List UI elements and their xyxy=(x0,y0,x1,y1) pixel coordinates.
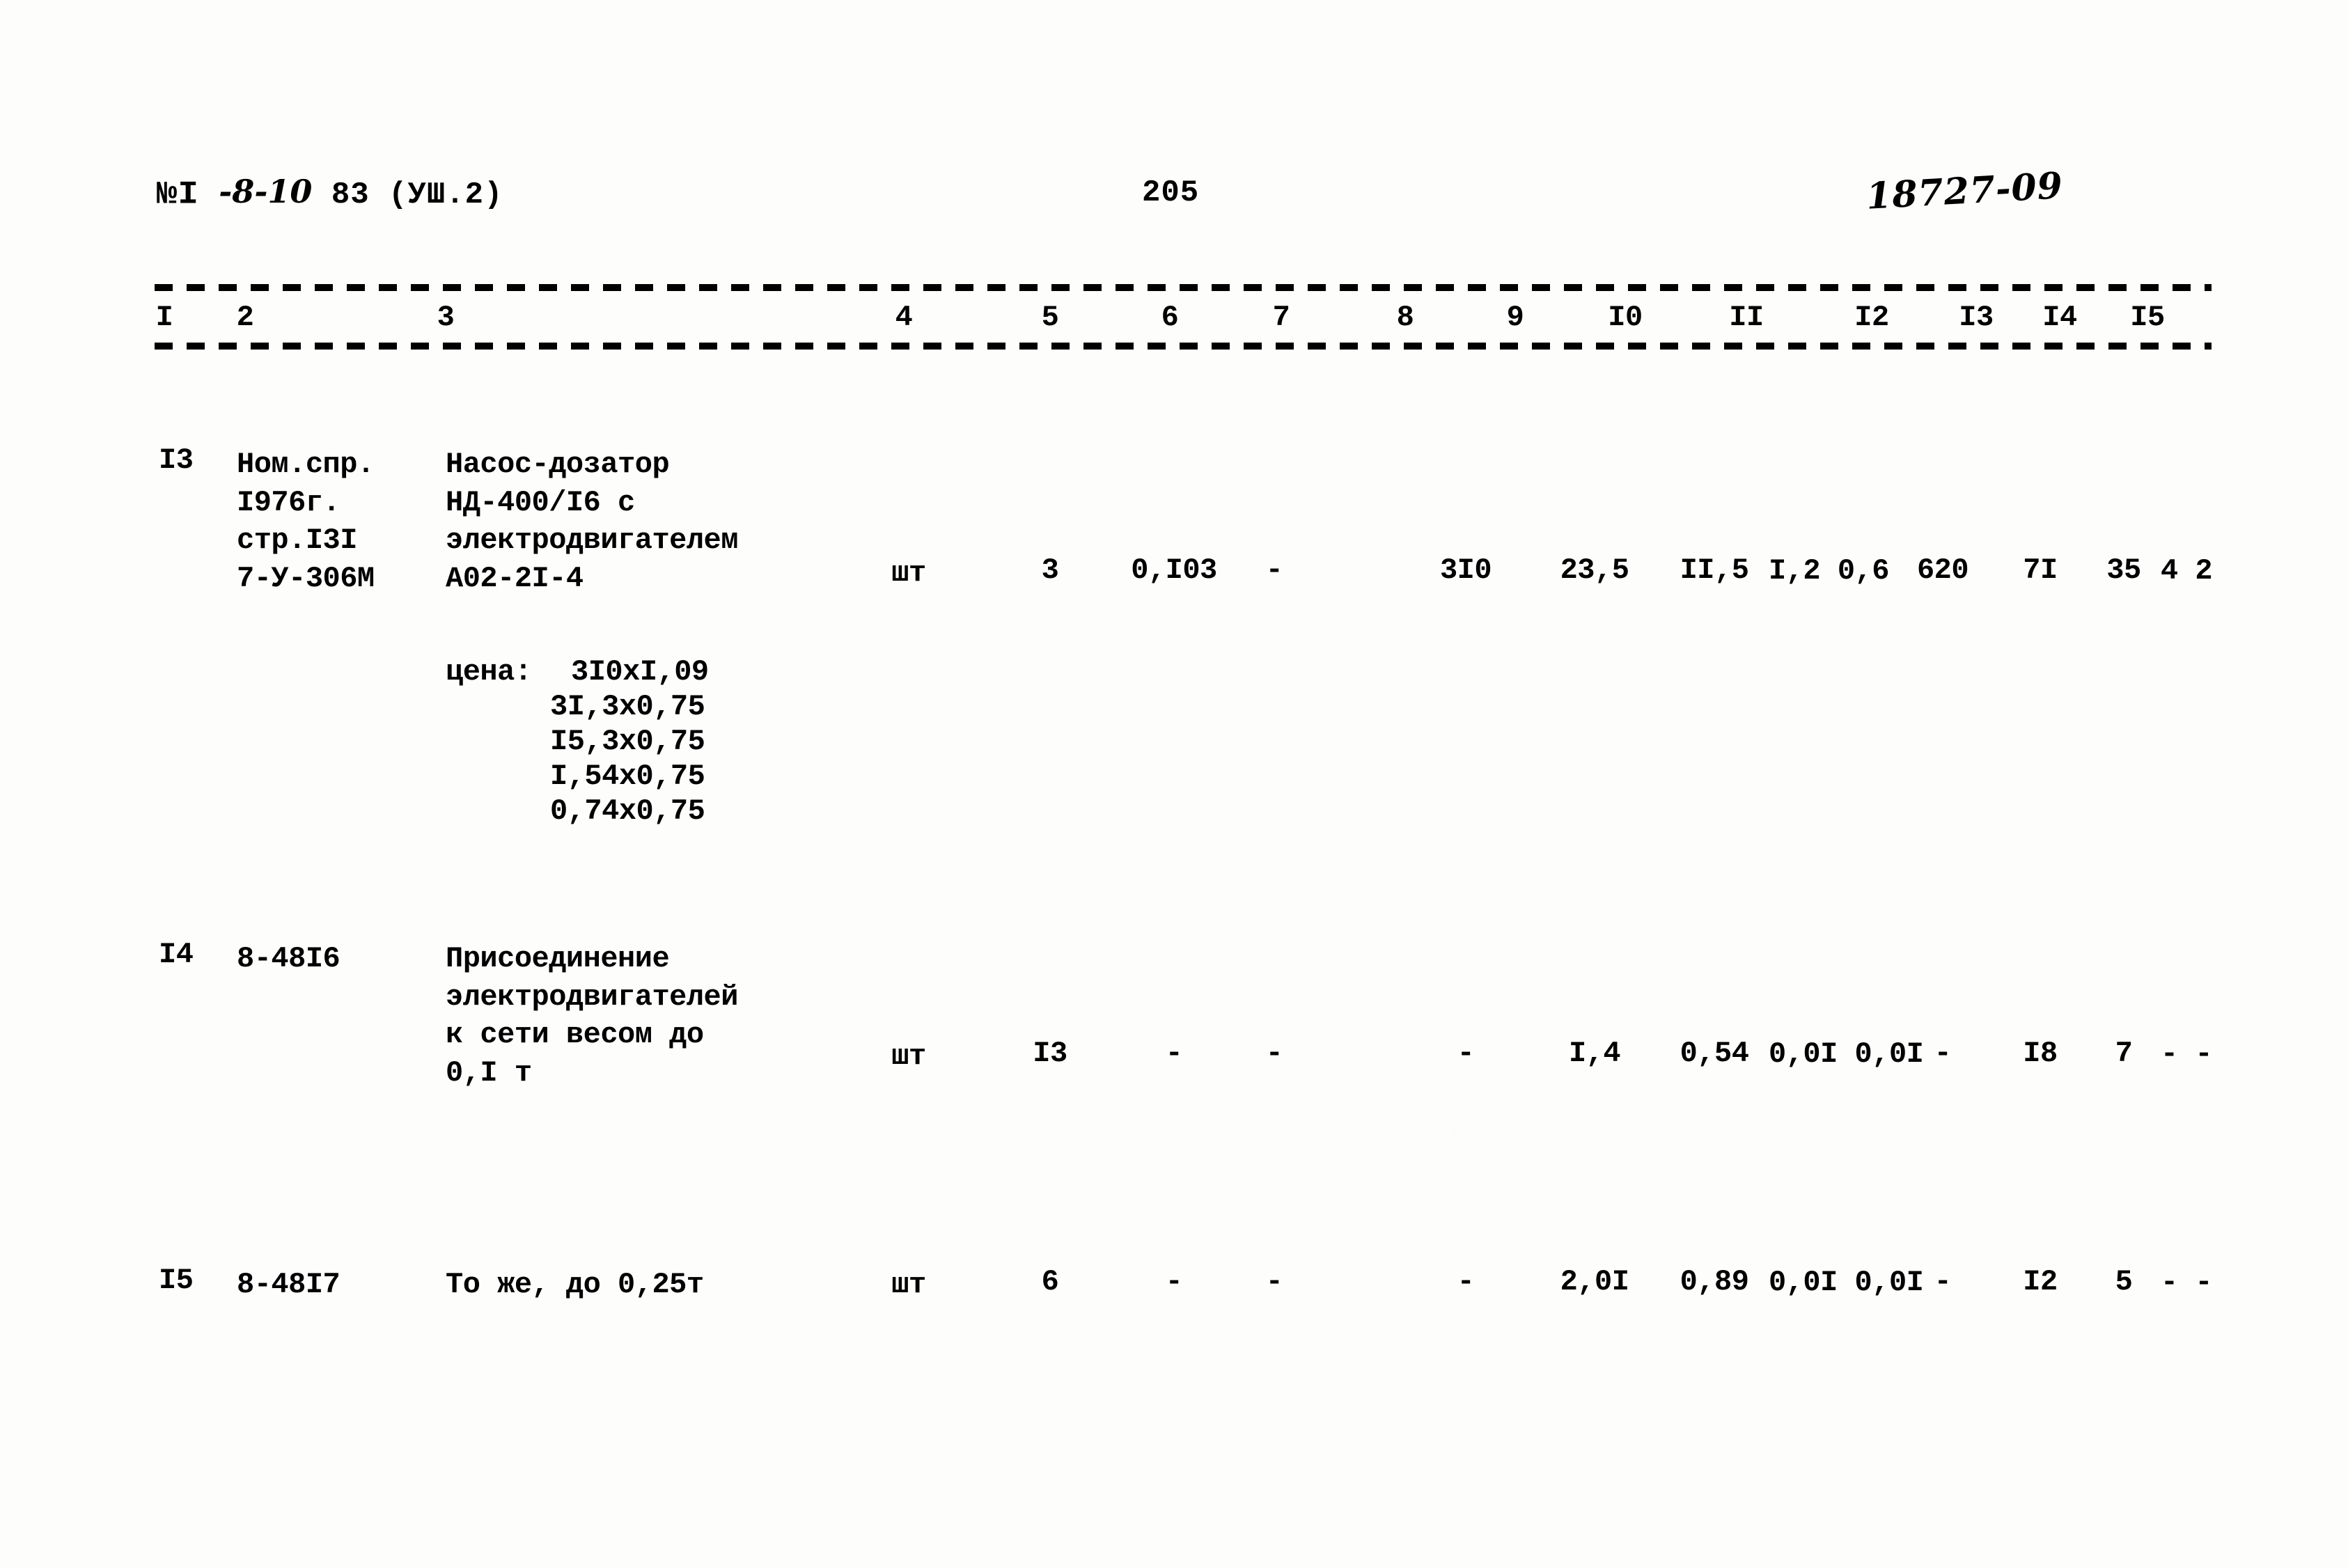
cell-col6: 0,I03 xyxy=(1131,554,1217,587)
cell-col7: - xyxy=(1265,1037,1283,1070)
cell-col9: - xyxy=(1457,1265,1475,1299)
cell-col12-top: I,2 xyxy=(1769,554,1821,588)
column-number-5: 5 xyxy=(1041,301,1059,334)
price-line-3: I5,3x0,75 xyxy=(550,725,705,758)
column-number-1: I xyxy=(155,301,173,334)
price-line-2: 3I,3x0,75 xyxy=(550,690,705,723)
cell-col16: - - xyxy=(2152,1037,2221,1072)
cell-col13: - xyxy=(1934,1265,1952,1299)
cell-col12-top: 0,0I xyxy=(1769,1037,1838,1071)
column-number-4: 4 xyxy=(895,301,913,334)
price-line-4: I,54x0,75 xyxy=(550,760,705,793)
cell-quantity: I3 xyxy=(1033,1037,1067,1070)
row-description: Присоединение электродвигателей к сети в… xyxy=(446,942,738,1090)
price-line-1: 3I0xI,09 xyxy=(571,655,709,689)
table-bottom-rule xyxy=(155,343,2212,350)
column-number-8: 8 xyxy=(1396,301,1414,334)
row-code: 8-48I6 xyxy=(237,942,341,975)
row-description: Насос-дозатор НД-400/I6 с электродвигате… xyxy=(446,448,738,595)
column-number-row: I 2 3 4 5 6 7 8 9 I0 II I2 I3 I4 I5 xyxy=(0,301,2348,340)
column-number-3: 3 xyxy=(437,301,455,334)
row-code: 8-48I7 xyxy=(237,1268,341,1301)
column-number-15: I5 xyxy=(2130,301,2165,334)
row-number: I4 xyxy=(159,938,194,971)
cell-col7: - xyxy=(1265,554,1283,587)
document-code-suffix: 83 (УШ.2) xyxy=(331,178,503,212)
column-number-2: 2 xyxy=(236,301,254,334)
column-number-11: II xyxy=(1729,301,1764,334)
cell-col14: 7I xyxy=(2023,554,2058,587)
cell-quantity: 3 xyxy=(1041,554,1059,587)
cell-col6: - xyxy=(1165,1265,1183,1299)
column-number-14: I4 xyxy=(2042,301,2077,334)
page-number: 205 xyxy=(1142,175,1200,210)
cell-quantity: 6 xyxy=(1041,1265,1059,1299)
cell-col16-bottom: 2 xyxy=(2195,554,2213,588)
cell-col12: I,2 0,6 xyxy=(1769,554,1889,589)
cell-col13: - xyxy=(1934,1037,1952,1070)
cell-col10: 2,0I xyxy=(1560,1265,1629,1299)
cell-col12: 0,0I 0,0I xyxy=(1769,1266,1924,1301)
column-number-12: I2 xyxy=(1854,301,1889,334)
column-number-6: 6 xyxy=(1161,301,1179,334)
cell-col12-top: 0,0I xyxy=(1769,1266,1838,1299)
cell-col9: - xyxy=(1457,1037,1475,1070)
document-code-header: №I -8-10 83 (УШ.2) xyxy=(156,173,503,214)
cell-col7: - xyxy=(1265,1265,1283,1299)
cell-col9: 3I0 xyxy=(1439,554,1492,587)
row-number: I5 xyxy=(159,1264,194,1297)
cell-col16-bottom: - xyxy=(2195,1266,2213,1299)
row-code: Ном.спр. I976г. стр.I3I 7-У-306М xyxy=(237,448,375,595)
cell-col16-bottom: - xyxy=(2195,1037,2213,1071)
cell-unit: шт xyxy=(891,556,926,590)
cell-unit: шт xyxy=(891,1040,926,1073)
row-number: I3 xyxy=(159,444,194,477)
scan-grain-overlay xyxy=(0,0,2348,1568)
cell-col11: 0,89 xyxy=(1680,1265,1749,1299)
cell-col12: 0,0I 0,0I xyxy=(1769,1037,1924,1072)
table-top-rule xyxy=(155,284,2212,291)
cell-col16-top: - xyxy=(2160,1037,2178,1071)
cell-col13: 620 xyxy=(1916,554,1969,587)
cell-col10: 23,5 xyxy=(1560,554,1629,587)
cell-col6: - xyxy=(1165,1037,1183,1070)
column-number-10: I0 xyxy=(1608,301,1643,334)
scanned-document-page: №I -8-10 83 (УШ.2) 205 18727-09 I 2 3 4 … xyxy=(0,0,2348,1568)
cell-col11: II,5 xyxy=(1680,554,1749,587)
price-line-5: 0,74x0,75 xyxy=(550,794,705,828)
cell-col16-top: 4 xyxy=(2160,554,2178,588)
cell-col10: I,4 xyxy=(1568,1037,1621,1070)
price-label: цена: xyxy=(446,655,532,689)
cell-col16: - - xyxy=(2152,1266,2221,1301)
cell-col16: 4 2 xyxy=(2152,554,2221,589)
cell-col14: I8 xyxy=(2023,1037,2058,1070)
document-code-prefix: №I xyxy=(156,176,200,214)
cell-col11: 0,54 xyxy=(1680,1037,1749,1070)
cell-unit: шт xyxy=(891,1268,926,1301)
cell-col14: I2 xyxy=(2023,1265,2058,1299)
archive-stamp-number: 18727-09 xyxy=(1865,164,2065,218)
row-description: То же, до 0,25т xyxy=(446,1268,704,1301)
column-number-9: 9 xyxy=(1506,301,1524,334)
column-number-7: 7 xyxy=(1272,301,1290,334)
cell-col16-top: - xyxy=(2160,1266,2178,1299)
column-number-13: I3 xyxy=(1959,301,1994,334)
document-code-handwritten: -8-10 xyxy=(219,173,313,210)
